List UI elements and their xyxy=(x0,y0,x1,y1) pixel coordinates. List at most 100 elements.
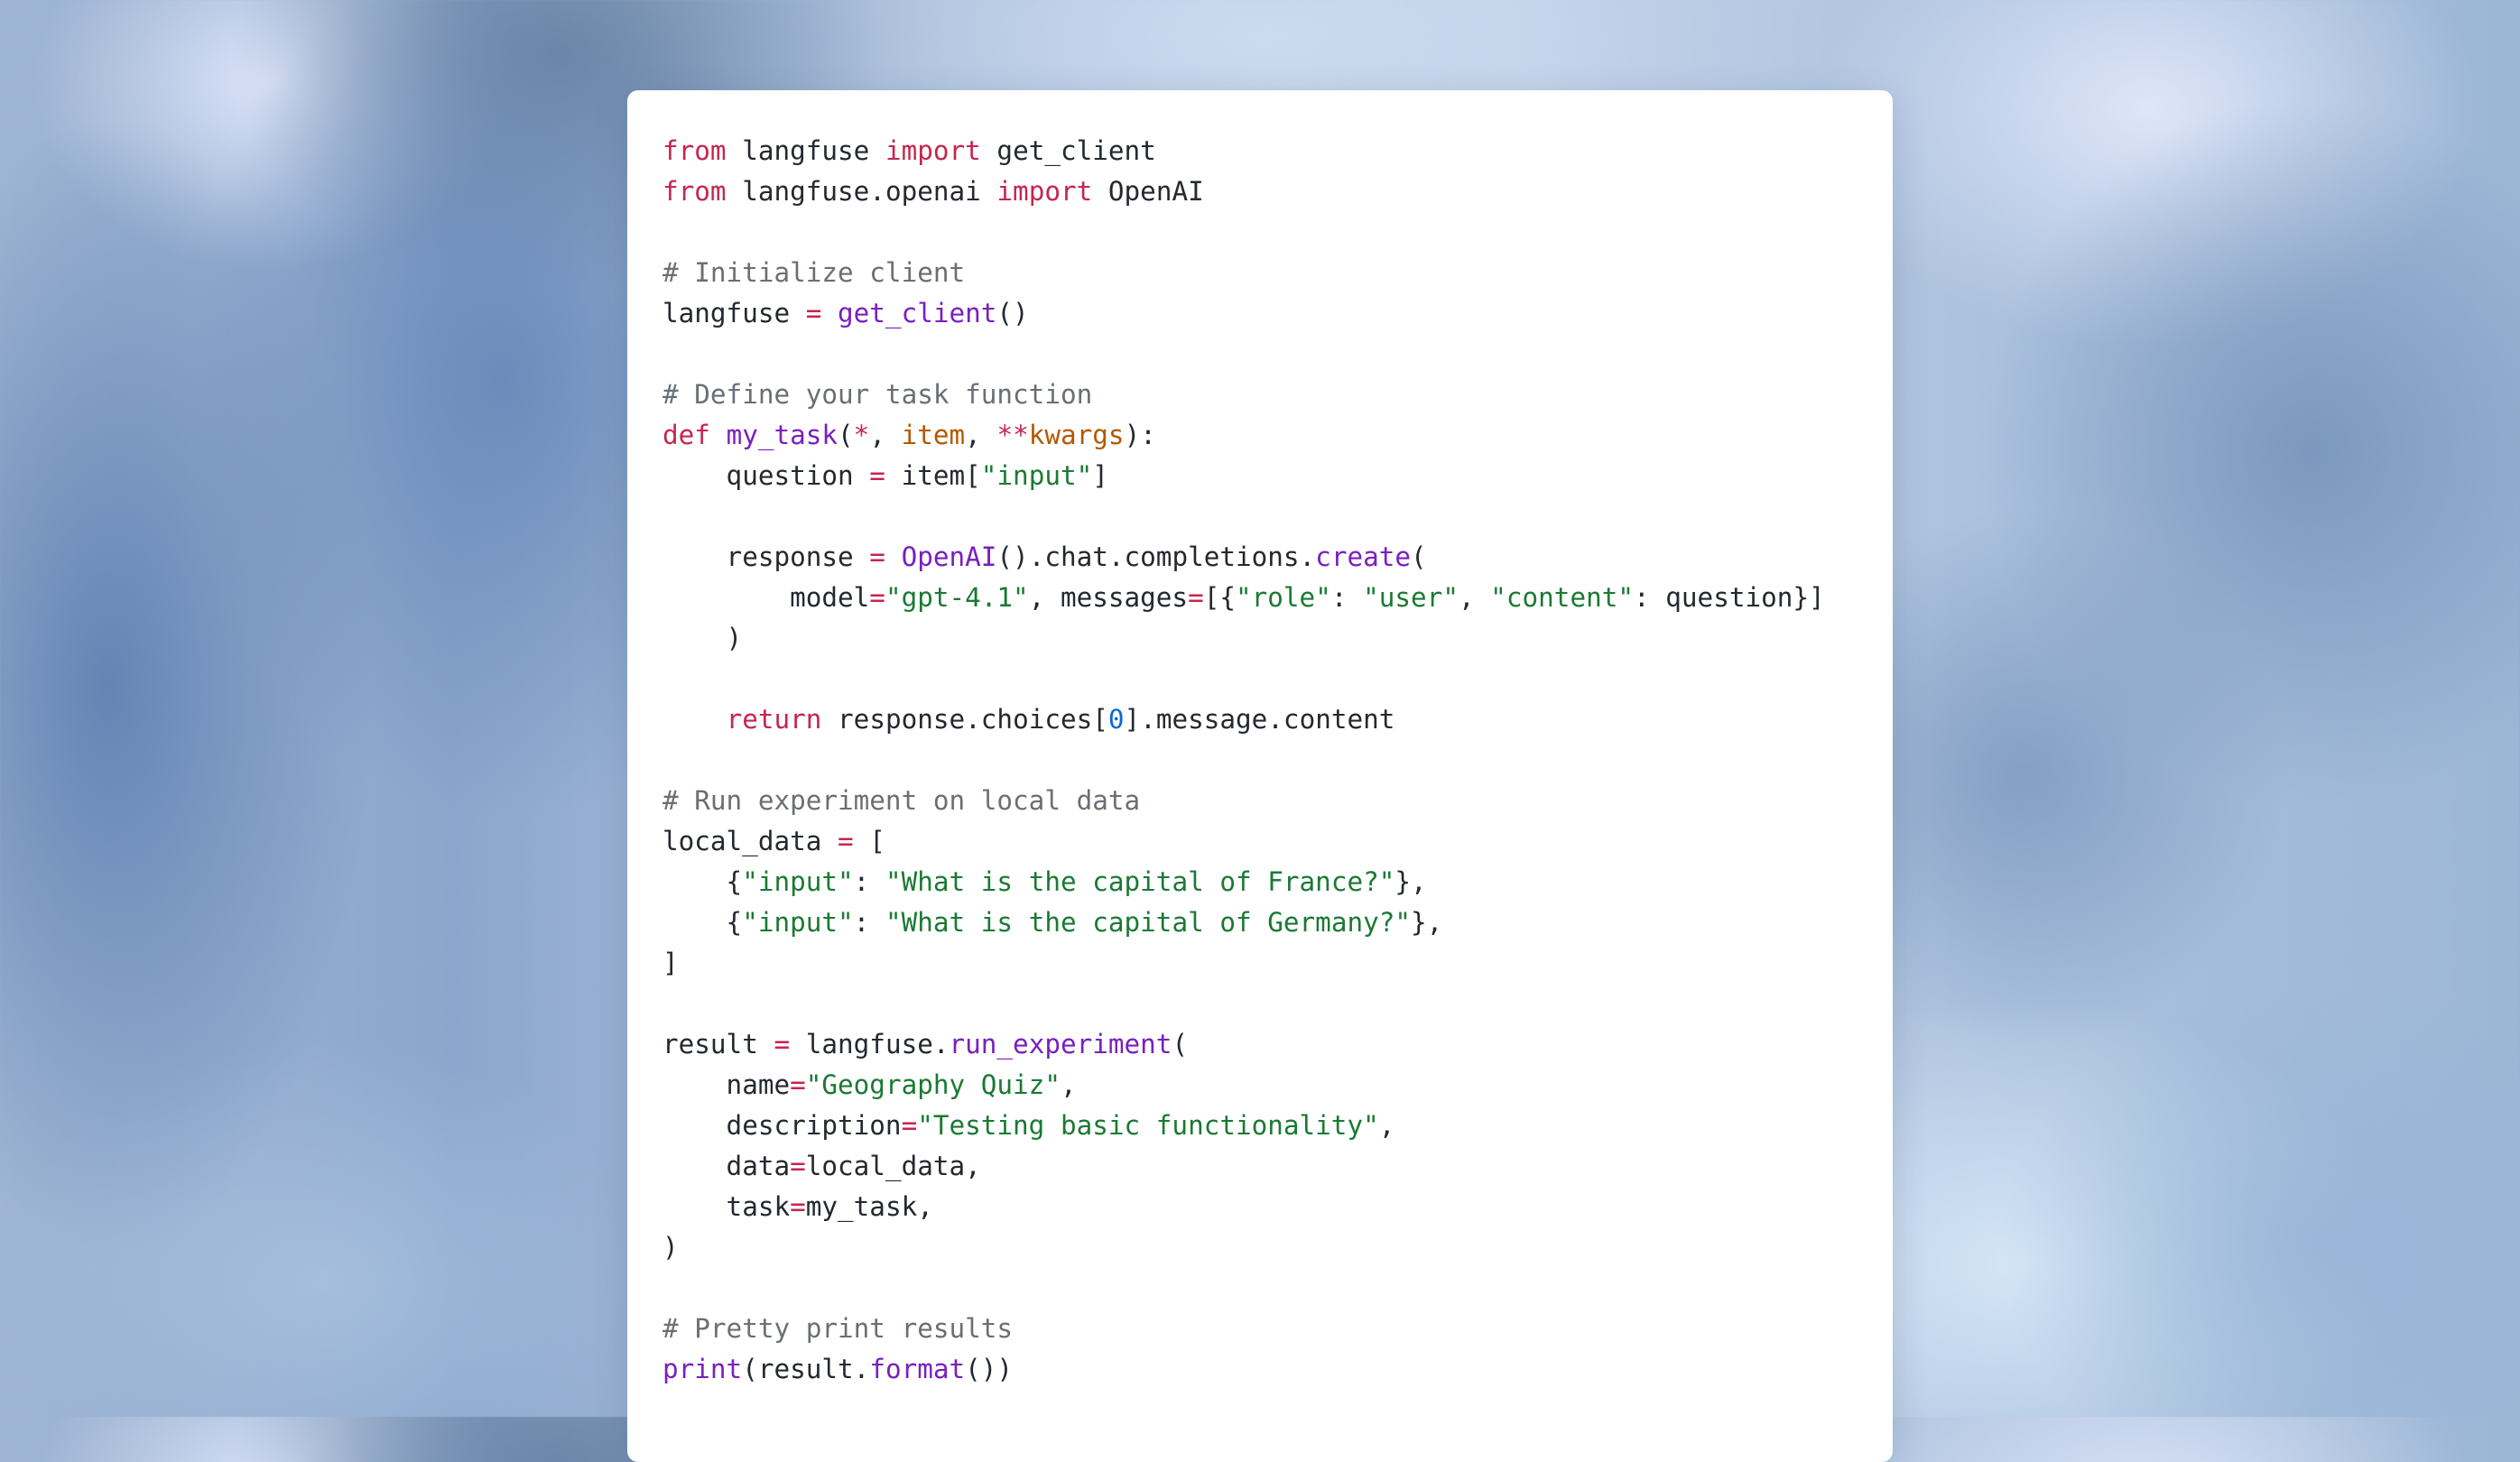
code-token: ** xyxy=(996,420,1029,450)
code-token: "Testing basic functionality" xyxy=(917,1110,1379,1141)
code-line: ] xyxy=(662,943,1893,984)
code-token: ( xyxy=(838,420,854,450)
code-token: langfuse xyxy=(662,298,806,328)
code-line: langfuse = get_client() xyxy=(662,293,1893,334)
code-token: description xyxy=(662,1110,902,1141)
code-token: : xyxy=(853,866,885,897)
code-line: task=my_task, xyxy=(662,1187,1893,1227)
code-line: name="Geography Quiz", xyxy=(662,1065,1893,1106)
code-token: get_client xyxy=(838,298,997,328)
code-line: {"input": "What is the capital of France… xyxy=(662,862,1893,902)
code-token: result xyxy=(662,1029,774,1059)
code-token: local_data, xyxy=(805,1151,981,1181)
code-token: "input" xyxy=(742,907,854,938)
code-token: # Run experiment on local data xyxy=(662,785,1141,816)
code-block: from langfuse import get_client from lang… xyxy=(662,131,1893,1390)
code-token: }, xyxy=(1394,866,1427,897)
code-token: (result. xyxy=(742,1354,870,1384)
code-token: ( xyxy=(1172,1029,1189,1059)
code-line: ) xyxy=(662,618,1893,659)
code-token: model xyxy=(662,582,870,613)
code-line: # Initialize client xyxy=(662,253,1893,293)
code-line: print(result.format()) xyxy=(662,1349,1893,1390)
code-line: local_data = [ xyxy=(662,821,1893,862)
code-token: = xyxy=(805,298,822,328)
code-token: local_data xyxy=(662,826,838,856)
code-token: ): xyxy=(1124,420,1156,450)
code-token: [ xyxy=(853,826,885,856)
code-token: : question}] xyxy=(1634,582,1825,613)
code-token: , xyxy=(869,420,902,450)
code-token: create xyxy=(1315,541,1412,572)
code-token: "input" xyxy=(980,460,1093,491)
code-token: langfuse. xyxy=(790,1029,950,1059)
code-token: = xyxy=(869,460,885,491)
code-token: = xyxy=(1188,582,1204,613)
code-line: ) xyxy=(662,1227,1893,1268)
code-line: model="gpt-4.1", messages=[{"role": "use… xyxy=(662,578,1893,618)
code-token: , xyxy=(965,420,997,450)
code-token: question xyxy=(662,460,870,491)
code-token: { xyxy=(662,866,743,897)
code-token: OpenAI xyxy=(901,541,997,572)
code-token: OpenAI xyxy=(1092,176,1204,207)
code-token: item xyxy=(901,420,966,450)
code-token: = xyxy=(869,582,885,613)
code-token: from xyxy=(662,135,727,166)
code-token: ) xyxy=(662,623,743,653)
code-token: "What is the capital of Germany?" xyxy=(885,907,1412,938)
code-line: question = item["input"] xyxy=(662,456,1893,496)
code-line: {"input": "What is the capital of German… xyxy=(662,902,1893,943)
code-token: "role" xyxy=(1236,582,1331,613)
code-line: def my_task(*, item, **kwargs): xyxy=(662,415,1893,456)
code-line: data=local_data, xyxy=(662,1146,1893,1187)
code-token: ) xyxy=(662,1232,679,1263)
code-token: = xyxy=(869,541,885,572)
code-token: = xyxy=(774,1029,791,1059)
code-token: response xyxy=(662,541,870,572)
code-token: [{ xyxy=(1203,582,1236,613)
code-token: print xyxy=(662,1354,743,1384)
code-token: = xyxy=(790,1069,806,1100)
code-token: import xyxy=(885,135,981,166)
code-line: # Define your task function xyxy=(662,375,1893,415)
code-token: "gpt-4.1" xyxy=(885,582,1029,613)
code-token: }, xyxy=(1411,907,1443,938)
code-token: ].message.content xyxy=(1124,704,1395,735)
code-token: , messages xyxy=(1028,582,1189,613)
code-token: run_experiment xyxy=(949,1029,1172,1059)
code-token: { xyxy=(662,907,743,938)
code-token: format xyxy=(869,1354,966,1384)
code-token: kwargs xyxy=(1028,420,1125,450)
code-token: = xyxy=(901,1110,918,1141)
code-token: ()) xyxy=(965,1354,1014,1384)
code-token: # Pretty print results xyxy=(662,1313,1014,1344)
code-token: ] xyxy=(662,948,679,978)
code-line: result = langfuse.run_experiment( xyxy=(662,1024,1893,1065)
code-token: my_task, xyxy=(805,1191,933,1222)
code-token: def xyxy=(662,420,710,450)
code-line: description="Testing basic functionality… xyxy=(662,1106,1893,1146)
code-token: ().chat.completions. xyxy=(996,541,1316,572)
code-token: # Define your task function xyxy=(662,379,1093,410)
code-token: # Initialize client xyxy=(662,257,966,288)
code-token: "Geography Quiz" xyxy=(805,1069,1061,1100)
code-token: get_client xyxy=(980,135,1156,166)
code-token: "input" xyxy=(742,866,854,897)
code-token: = xyxy=(790,1191,806,1222)
code-line: from langfuse.openai import OpenAI xyxy=(662,171,1893,212)
code-token: ] xyxy=(1092,460,1108,491)
code-token: from xyxy=(662,176,727,207)
code-token: * xyxy=(853,420,870,450)
code-token: = xyxy=(838,826,854,856)
code-token: = xyxy=(790,1151,806,1181)
code-token: , xyxy=(1378,1110,1395,1141)
page-background: { "code_lines": [ [{"t":"from","c":"k"},… xyxy=(0,0,2520,1462)
